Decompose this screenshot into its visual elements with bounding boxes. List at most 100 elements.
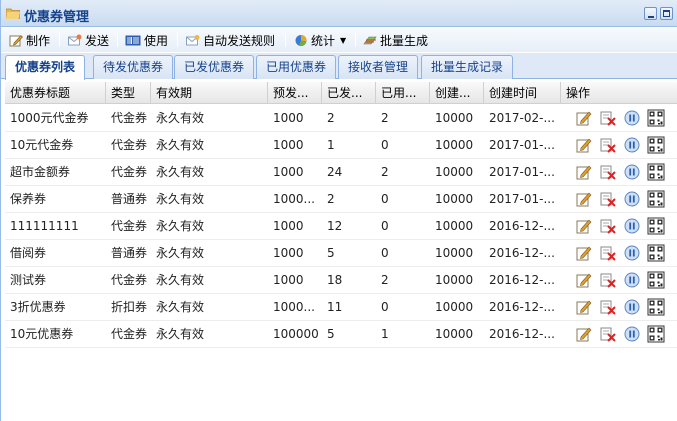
row-actions (575, 244, 665, 262)
column-header-title[interactable]: 优惠券标题 (5, 82, 106, 104)
toolbar-separator (355, 33, 356, 47)
cell-sent: 18 (327, 273, 343, 287)
pause-icon (624, 218, 640, 234)
edit-icon (9, 34, 23, 46)
grid-header: 优惠券标题 类型 有效期 预发... 已发... 已用... 创建... 创建时… (5, 82, 677, 104)
edit-button[interactable] (575, 163, 593, 181)
column-header-created[interactable]: 创建... (430, 82, 484, 104)
tab-sent-coupons[interactable]: 已发优惠券 (174, 55, 255, 79)
table-row[interactable]: 10元代金券 代金券 永久有效 1000 1 0 10000 2017-01-... (5, 132, 677, 159)
batch-generate-button[interactable]: 批量生成 (363, 31, 428, 49)
make-button[interactable]: 制作 (9, 31, 50, 49)
pause-button[interactable] (623, 136, 641, 154)
cell-created: 10000 (435, 219, 474, 233)
edit-button[interactable] (575, 217, 593, 235)
toolbar: 制作 发送 使用 自动发送规则 统计 ▼ 批量生成 (1, 28, 677, 52)
edit-button[interactable] (575, 325, 593, 343)
qrcode-button[interactable] (647, 109, 665, 127)
tab-coupon-list[interactable]: 优惠券列表 (5, 55, 86, 80)
table-row[interactable]: 1000元代金券 代金券 永久有效 1000 2 2 10000 2017-02-... (5, 105, 677, 132)
table-row[interactable]: 10元优惠券 代金券 永久有效 100000 5 1 10000 2016-12-... (5, 321, 677, 348)
table-row[interactable]: 借阅券 普通券 永久有效 1000 5 0 10000 2016-12-... (5, 240, 677, 267)
delete-icon (600, 273, 616, 288)
edit-button[interactable] (575, 271, 593, 289)
minimize-button[interactable] (644, 7, 657, 20)
toolbar-separator (117, 33, 118, 47)
cell-created: 10000 (435, 192, 474, 206)
cell-type: 代金券 (111, 219, 148, 233)
column-header-create-time[interactable]: 创建时间 (484, 82, 561, 104)
send-button[interactable]: 发送 (68, 31, 109, 49)
barcode-icon (125, 35, 141, 45)
chevron-down-icon: ▼ (340, 35, 347, 45)
cell-type: 普通券 (111, 246, 148, 260)
tab-used-coupons[interactable]: 已用优惠券 (256, 55, 337, 79)
table-row[interactable]: 超市金额券 代金券 永久有效 1000 24 2 10000 2017-01-... (5, 159, 677, 186)
cell-title: 3折优惠券 (10, 300, 66, 314)
row-actions (575, 298, 665, 316)
pause-button[interactable] (623, 325, 641, 343)
pause-button[interactable] (623, 271, 641, 289)
qrcode-button[interactable] (647, 136, 665, 154)
use-button-label: 使用 (144, 33, 169, 48)
qrcode-button[interactable] (647, 325, 665, 343)
edit-button[interactable] (575, 298, 593, 316)
column-header-type[interactable]: 类型 (106, 82, 151, 104)
qrcode-button[interactable] (647, 298, 665, 316)
tab-pending-coupons[interactable]: 待发优惠券 (93, 55, 174, 79)
cell-type: 代金券 (111, 165, 148, 179)
delete-button[interactable] (599, 190, 617, 208)
pause-button[interactable] (623, 298, 641, 316)
column-header-sent[interactable]: 已发... (322, 82, 376, 104)
title-bar: 优惠券管理 (1, 0, 677, 27)
qrcode-button[interactable] (647, 163, 665, 181)
pause-button[interactable] (623, 217, 641, 235)
qrcode-button[interactable] (647, 217, 665, 235)
pause-button[interactable] (623, 109, 641, 127)
qrcode-button[interactable] (647, 190, 665, 208)
maximize-icon (663, 10, 670, 17)
delete-button[interactable] (599, 271, 617, 289)
table-row[interactable]: 3折优惠券 折扣券 永久有效 1000... 11 0 10000 2016-12-... (5, 294, 677, 321)
qrcode-button[interactable] (647, 244, 665, 262)
row-actions (575, 163, 665, 181)
table-row[interactable]: 测试券 代金券 永久有效 1000 18 2 10000 2016-12-... (5, 267, 677, 294)
cell-planned: 1000... (273, 300, 315, 314)
table-row[interactable]: 保养券 普通券 永久有效 1000... 2 0 10000 2017-01-... (5, 186, 677, 213)
rule-icon (186, 34, 200, 45)
statistics-button[interactable]: 统计 ▼ (294, 31, 346, 49)
pie-chart-icon (295, 34, 307, 46)
maximize-button[interactable] (660, 7, 673, 20)
pause-icon (624, 326, 640, 342)
pause-icon (624, 137, 640, 153)
column-header-used[interactable]: 已用... (376, 82, 430, 104)
use-button[interactable]: 使用 (125, 31, 168, 49)
delete-button[interactable] (599, 163, 617, 181)
delete-icon (600, 246, 616, 261)
cell-planned: 1000 (273, 165, 304, 179)
pause-button[interactable] (623, 163, 641, 181)
pause-button[interactable] (623, 244, 641, 262)
edit-button[interactable] (575, 109, 593, 127)
row-actions (575, 271, 665, 289)
cell-create-time: 2017-01-... (489, 192, 555, 206)
delete-button[interactable] (599, 244, 617, 262)
delete-button[interactable] (599, 325, 617, 343)
qrcode-button[interactable] (647, 271, 665, 289)
pause-button[interactable] (623, 190, 641, 208)
tab-receiver-management[interactable]: 接收者管理 (338, 55, 419, 79)
table-row[interactable]: 111111111 代金券 永久有效 1000 12 0 10000 2016-12-... (5, 213, 677, 240)
auto-send-rule-button[interactable]: 自动发送规则 (186, 31, 275, 49)
edit-button[interactable] (575, 190, 593, 208)
column-header-validity[interactable]: 有效期 (151, 82, 268, 104)
edit-icon (576, 273, 592, 288)
column-header-planned[interactable]: 预发... (268, 82, 322, 104)
delete-button[interactable] (599, 109, 617, 127)
cell-used: 2 (381, 165, 389, 179)
edit-button[interactable] (575, 136, 593, 154)
tab-batch-generation-records[interactable]: 批量生成记录 (421, 55, 514, 79)
delete-button[interactable] (599, 217, 617, 235)
delete-button[interactable] (599, 136, 617, 154)
edit-button[interactable] (575, 244, 593, 262)
delete-button[interactable] (599, 298, 617, 316)
